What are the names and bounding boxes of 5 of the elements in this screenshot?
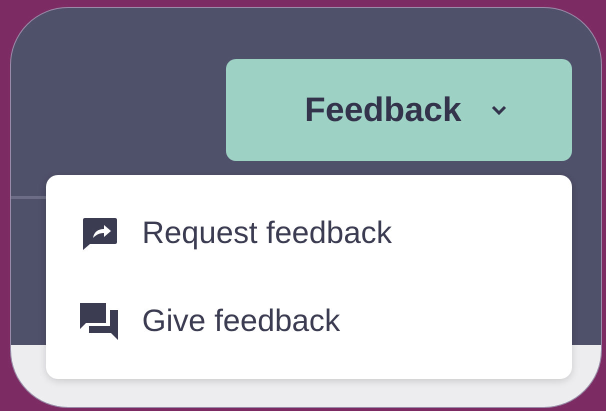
menu-item[interactable]: Give feedback <box>46 277 572 365</box>
chevron-down-icon <box>491 104 508 116</box>
feedback-dropdown-button[interactable]: Feedback <box>226 59 572 161</box>
menu-item[interactable]: Request feedback <box>46 189 572 277</box>
share-bubble-icon <box>81 216 119 250</box>
